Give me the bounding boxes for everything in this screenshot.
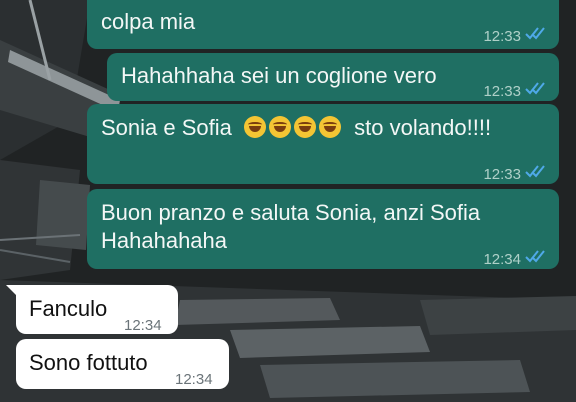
- rolling-on-floor-laughing-emoji-icon: [294, 116, 316, 138]
- rolling-on-floor-laughing-emoji-icon: [319, 116, 341, 138]
- message-text: sto volando!!!!: [354, 115, 492, 140]
- message-incoming-2[interactable]: Sono fottuto 12:34: [16, 339, 229, 389]
- read-receipt-icon: [525, 250, 545, 263]
- message-text: Sono fottuto: [29, 350, 148, 375]
- message-incoming-1[interactable]: Fanculo 12:34: [16, 285, 178, 334]
- message-text: Sonia e Sofia: [101, 115, 232, 140]
- message-text-line-2: Hahahahaha: [101, 228, 228, 253]
- read-receipt-icon: [525, 27, 545, 40]
- message-time: 12:34: [124, 317, 162, 334]
- message-time: 12:34: [483, 251, 521, 268]
- message-outgoing-2[interactable]: Hahahhaha sei un coglione vero 12:33: [107, 53, 559, 101]
- message-time: 12:33: [483, 166, 521, 183]
- message-text-line-1: Buon pranzo e saluta Sonia, anzi Sofia: [101, 200, 481, 225]
- message-text: colpa mia: [101, 9, 196, 34]
- message-text: Hahahhaha sei un coglione vero: [121, 63, 437, 88]
- message-time: 12:33: [483, 83, 521, 100]
- message-outgoing-3[interactable]: Sonia e Sofia sto volando!!!! 12:33: [87, 104, 559, 184]
- message-time: 12:34: [175, 371, 213, 388]
- message-outgoing-1[interactable]: colpa mia 12:33: [87, 0, 559, 49]
- rolling-on-floor-laughing-emoji-icon: [269, 116, 291, 138]
- message-text: Fanculo: [29, 296, 108, 321]
- read-receipt-icon: [525, 82, 545, 95]
- emoji-group: [244, 115, 350, 140]
- message-outgoing-4[interactable]: Buon pranzo e saluta Sonia, anzi Sofia H…: [87, 189, 559, 269]
- rolling-on-floor-laughing-emoji-icon: [244, 116, 266, 138]
- read-receipt-icon: [525, 165, 545, 178]
- message-time: 12:33: [483, 28, 521, 45]
